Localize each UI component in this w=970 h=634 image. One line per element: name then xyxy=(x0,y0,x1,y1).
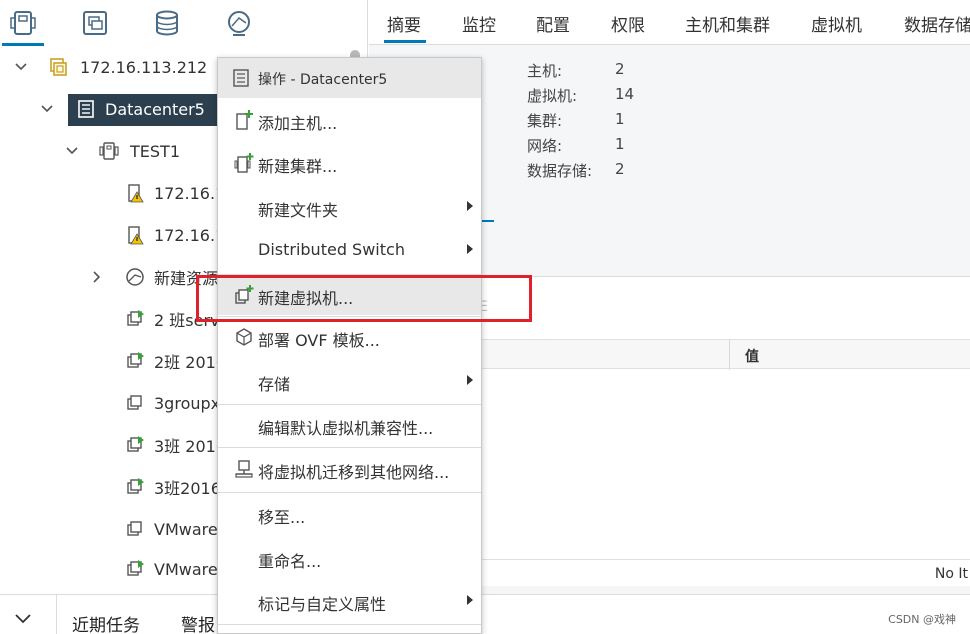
tab-alarms[interactable]: 警报 xyxy=(181,611,215,634)
tree-label: TEST1 xyxy=(130,141,180,161)
hosts-clusters-icon[interactable] xyxy=(2,6,44,46)
watermark-text: CSDN @戏神 xyxy=(888,613,956,626)
menu-item-label: Distributed Switch xyxy=(258,240,405,259)
menu-item-label: 重命名... xyxy=(258,552,322,571)
tab-permissions[interactable]: 权限 xyxy=(611,11,645,36)
host-warning-icon xyxy=(125,225,145,245)
add-host-icon xyxy=(234,110,254,130)
menu-item-migrate-network[interactable]: 将虚拟机迁移到其他网络... xyxy=(218,449,481,489)
tab-monitor[interactable]: 监控 xyxy=(462,11,496,36)
stat-value: 14 xyxy=(615,85,635,103)
deploy-ovf-icon xyxy=(234,327,254,347)
menu-item-add-host[interactable]: 添加主机... xyxy=(218,100,481,140)
menu-item-storage[interactable]: 存储 xyxy=(218,361,481,401)
menu-divider xyxy=(218,624,481,625)
menu-item-new-cluster[interactable]: 新建集群... xyxy=(218,143,481,183)
menu-item-edit-compatibility[interactable]: 编辑默认虚拟机兼容性... xyxy=(218,405,481,445)
menu-item-label: 编辑默认虚拟机兼容性... xyxy=(258,419,434,438)
submenu-arrow-icon xyxy=(467,595,473,605)
vcenter-icon xyxy=(48,57,68,77)
tree-label: Datacenter5 xyxy=(105,99,205,119)
menu-item-label: 部署 OVF 模板... xyxy=(258,331,380,350)
stat-key: 虚拟机: xyxy=(527,87,578,105)
menu-item-distributed-switch[interactable]: Distributed Switch xyxy=(218,230,481,270)
chevron-right-icon[interactable] xyxy=(91,271,103,283)
context-menu: 操作 - Datacenter5 添加主机... 新建集群... 新建文件夹 D… xyxy=(217,57,482,634)
stat-key: 主机: xyxy=(527,62,563,80)
menu-item-label: 存储 xyxy=(258,375,291,394)
stat-key: 数据存储: xyxy=(527,162,593,180)
tree-label: VMware xyxy=(154,519,218,539)
chevron-down-icon[interactable] xyxy=(66,145,78,157)
stat-value: 2 xyxy=(615,60,625,78)
datacenter-icon xyxy=(232,69,250,91)
tab-recent-tasks[interactable]: 近期任务 xyxy=(72,611,140,634)
cluster-icon xyxy=(99,141,119,161)
chevron-down-icon[interactable] xyxy=(41,103,53,115)
datacenter-icon xyxy=(76,99,96,119)
submenu-arrow-icon xyxy=(467,201,473,211)
migrate-network-icon xyxy=(234,459,254,479)
vms-templates-icon[interactable] xyxy=(74,6,116,40)
no-items-text: No It xyxy=(934,566,968,582)
object-tabs: 摘要 监控 配置 权限 主机和集群 虚拟机 数据存储 xyxy=(369,0,970,45)
tree-label: 172.16.113.212 xyxy=(80,57,208,77)
vm-on-icon xyxy=(125,477,145,497)
menu-header: 操作 - Datacenter5 xyxy=(218,58,481,98)
menu-item-label: 新建集群... xyxy=(258,157,338,176)
chevron-down-icon[interactable] xyxy=(15,61,27,73)
menu-item-label: 标记与自定义属性 xyxy=(258,595,387,614)
navigator-icon-bar xyxy=(0,0,367,46)
new-cluster-icon xyxy=(234,153,254,173)
divider xyxy=(56,595,57,634)
menu-item-tags-attributes[interactable]: 标记与自定义属性 xyxy=(218,581,481,621)
column-header-value[interactable]: 值 xyxy=(745,346,759,366)
stat-key: 集群: xyxy=(527,112,563,130)
menu-item-new-folder[interactable]: 新建文件夹 xyxy=(218,187,481,227)
bottom-panel-bar: 近期任务 警报 CSDN @戏神 xyxy=(0,594,970,634)
tree-label: 2班 2016 xyxy=(154,353,226,372)
networking-icon[interactable] xyxy=(218,6,260,40)
host-warning-icon xyxy=(125,183,145,203)
menu-item-label: 添加主机... xyxy=(258,114,338,133)
menu-item-label: 移至... xyxy=(258,508,306,527)
menu-title: 操作 - Datacenter5 xyxy=(258,72,388,88)
vm-on-icon xyxy=(125,351,145,371)
tab-datastores[interactable]: 数据存储 xyxy=(904,11,970,36)
vm-off-icon xyxy=(125,393,145,413)
tab-configure[interactable]: 配置 xyxy=(536,11,570,36)
stat-value: 1 xyxy=(615,135,625,153)
active-tab-indicator xyxy=(384,40,426,43)
menu-item-label: 将虚拟机迁移到其他网络... xyxy=(258,463,450,482)
vm-off-icon xyxy=(125,519,145,539)
tab-hosts-clusters[interactable]: 主机和集群 xyxy=(685,11,770,36)
tree-label: 3groupx xyxy=(154,393,221,413)
tree-label: VMware xyxy=(154,559,218,579)
menu-divider xyxy=(218,492,481,493)
tree-label: 3班2016 xyxy=(154,479,221,498)
vm-on-icon xyxy=(125,559,145,579)
stat-value: 1 xyxy=(615,110,625,128)
menu-item-rename[interactable]: 重命名... xyxy=(218,538,481,578)
tab-summary[interactable]: 摘要 xyxy=(387,11,421,36)
storage-icon[interactable] xyxy=(146,6,188,40)
menu-item-deploy-ovf[interactable]: 部署 OVF 模板... xyxy=(218,317,481,357)
resource-pool-icon xyxy=(125,267,145,287)
annotation-highlight-box xyxy=(196,275,532,322)
menu-divider xyxy=(218,447,481,448)
column-divider[interactable] xyxy=(729,340,730,370)
stat-key: 网络: xyxy=(527,137,563,155)
vm-on-icon xyxy=(125,309,145,329)
submenu-arrow-icon xyxy=(467,244,473,254)
tree-label: 3班 2016 xyxy=(154,437,226,456)
menu-item-label: 新建文件夹 xyxy=(258,201,339,220)
chevron-down-icon[interactable] xyxy=(15,609,35,624)
menu-item-move-to[interactable]: 移至... xyxy=(218,494,481,534)
tab-vms[interactable]: 虚拟机 xyxy=(811,11,862,36)
vm-on-icon xyxy=(125,435,145,455)
submenu-arrow-icon xyxy=(467,375,473,385)
stat-value: 2 xyxy=(615,160,625,178)
